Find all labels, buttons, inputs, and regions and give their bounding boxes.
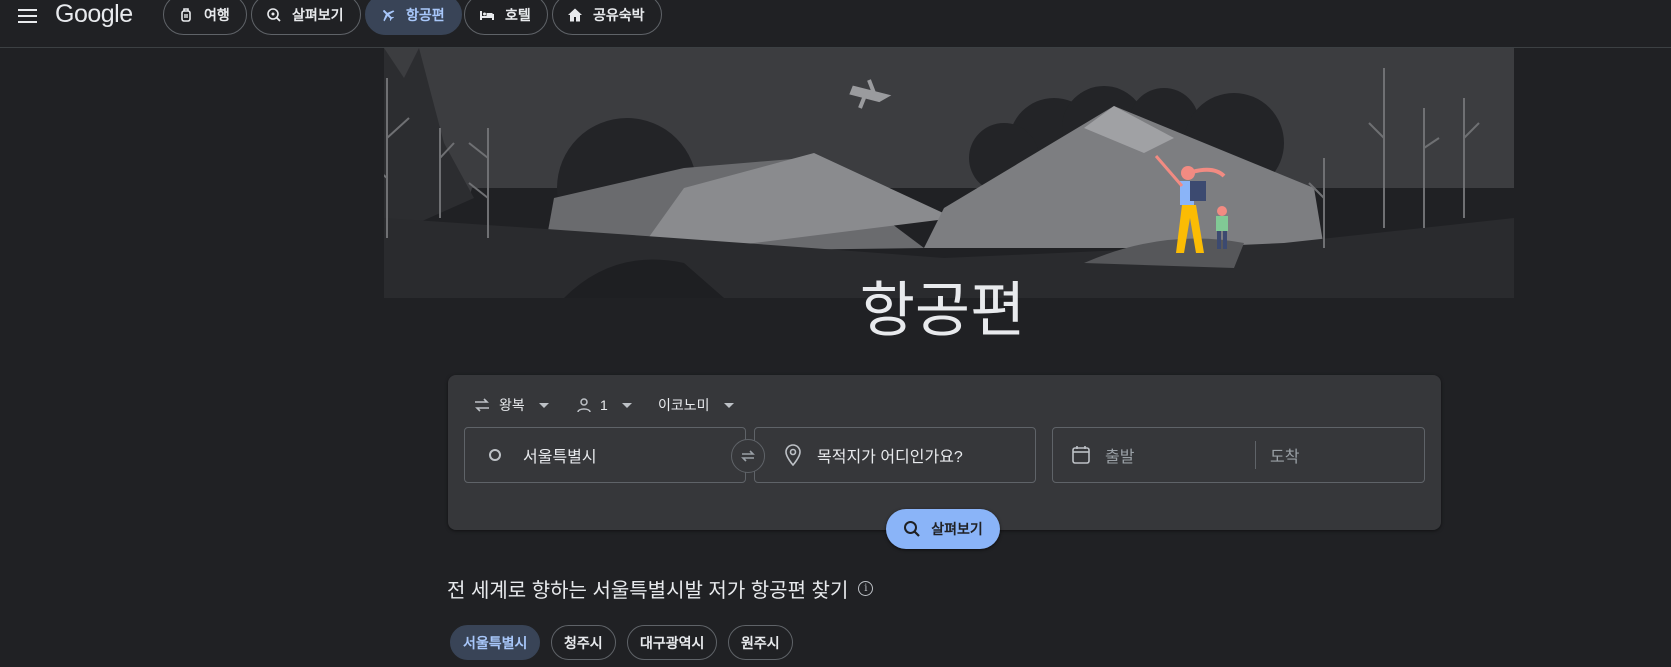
nav-tab-label: 살펴보기 (292, 6, 344, 23)
luggage-icon (181, 7, 191, 22)
location-pin-icon (781, 443, 805, 467)
nav-tab-explore[interactable]: 살펴보기 (251, 0, 361, 35)
bed-icon (480, 10, 494, 20)
airplane-icon (383, 9, 395, 21)
trip-type-select[interactable]: 왕복 (473, 393, 549, 417)
search-button[interactable]: 살펴보기 (886, 509, 1000, 549)
flight-search-card: 왕복 1 이코노미 서울특별시 목적지가 어디인가요? 출발 도착 (448, 375, 1441, 530)
nav-tab-flights[interactable]: 항공편 (365, 0, 462, 35)
home-icon (568, 8, 582, 21)
city-chip-cheongju[interactable]: 청주시 (551, 625, 616, 660)
main-menu-icon[interactable] (14, 4, 42, 28)
cabin-class-select[interactable]: 이코노미 (658, 393, 734, 417)
hero-illustration (384, 48, 1514, 298)
return-date-field[interactable]: 도착 (1256, 443, 1299, 467)
nav-tab-label: 여행 (204, 6, 230, 23)
nav-tab-vacation-rentals[interactable]: 공유숙박 (552, 0, 662, 35)
passengers-select[interactable]: 1 (576, 393, 632, 417)
city-chip-wonju[interactable]: 원주시 (728, 625, 793, 660)
info-icon[interactable]: i (858, 581, 874, 596)
origin-input[interactable]: 서울특별시 (464, 427, 746, 483)
origin-circle-icon (483, 443, 507, 467)
explore-icon (267, 7, 281, 22)
swap-icon (741, 450, 755, 462)
destination-input[interactable]: 목적지가 어디인가요? (754, 427, 1036, 483)
search-icon (904, 521, 921, 537)
person-icon (577, 398, 591, 413)
swap-arrows-icon (475, 398, 489, 412)
page-title: 항공편 (859, 276, 1026, 346)
section-title: 전 세계로 향하는 서울특별시발 저가 항공편 찾기 i (447, 574, 874, 603)
date-range-input[interactable]: 출발 도착 (1052, 427, 1425, 483)
city-chip-seoul[interactable]: 서울특별시 (450, 625, 541, 660)
nav-tab-label: 공유숙박 (593, 6, 645, 23)
chevron-down-icon (723, 402, 734, 408)
chevron-down-icon (621, 402, 632, 408)
city-chip-daegu[interactable]: 대구광역시 (627, 625, 718, 660)
nav-tab-hotels[interactable]: 호텔 (464, 0, 548, 35)
nav-tab-label: 호텔 (505, 6, 531, 23)
nav-tab-travel[interactable]: 여행 (163, 0, 247, 35)
nav-tab-label: 항공편 (406, 6, 445, 23)
calendar-icon (1069, 443, 1093, 467)
chevron-down-icon (538, 402, 549, 408)
google-logo[interactable]: Google (55, 0, 133, 29)
top-app-bar: Google 여행 살펴보기 항공편 호텔 공유숙박 (0, 0, 1671, 48)
depart-date-field[interactable]: 출발 (1053, 443, 1255, 467)
swap-locations-button[interactable] (731, 439, 765, 473)
